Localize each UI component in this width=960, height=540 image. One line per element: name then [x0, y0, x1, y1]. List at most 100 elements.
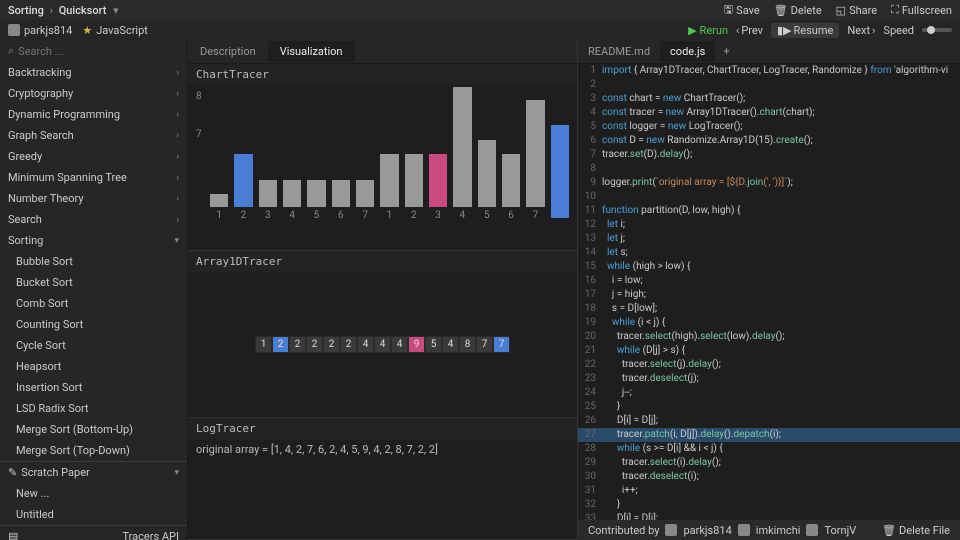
resume-button[interactable]: ▮▶ Resume	[771, 23, 839, 38]
code-line[interactable]: 33 D[j] = D[i];	[578, 512, 960, 520]
array-cell: 4	[374, 336, 391, 353]
sidebar-item-insertion-sort[interactable]: Insertion Sort	[0, 377, 187, 398]
caret-right-icon: ›	[176, 89, 179, 99]
caret-right-icon: ›	[176, 215, 179, 225]
breadcrumb-algo[interactable]: Quicksort	[59, 4, 107, 17]
lang-chip[interactable]: ★JavaScript	[82, 24, 148, 37]
breadcrumb[interactable]: Sorting › Quicksort ▾	[8, 4, 119, 17]
code-line[interactable]: 31 i++;	[578, 484, 960, 498]
code-line[interactable]: 18 s = D[low];	[578, 302, 960, 316]
code-line[interactable]: 4const tracer = new Array1DTracer().char…	[578, 106, 960, 120]
array-cell: 7	[476, 336, 493, 353]
delete-file-button[interactable]: 🗑 Delete File	[882, 524, 950, 537]
chart-bar	[526, 100, 544, 207]
sidebar-item-heapsort[interactable]: Heapsort	[0, 356, 187, 377]
sidebar-item-minimum-spanning-tree[interactable]: Minimum Spanning Tree›	[0, 167, 187, 188]
sidebar-item-graph-search[interactable]: Graph Search›	[0, 125, 187, 146]
rerun-button[interactable]: ▶ Rerun	[688, 24, 728, 37]
sidebar-item-backtracking[interactable]: Backtracking›	[0, 62, 187, 83]
code-line[interactable]: 8	[578, 162, 960, 176]
code-line[interactable]: 12 let i;	[578, 218, 960, 232]
sidebar-item-dynamic-programming[interactable]: Dynamic Programming›	[0, 104, 187, 125]
code-editor[interactable]: 1import { Array1DTracer, ChartTracer, Lo…	[578, 64, 960, 520]
share-button[interactable]: ◱ Share	[836, 4, 877, 17]
caret-right-icon: ›	[176, 194, 179, 204]
caret-right-icon: ›	[176, 110, 179, 120]
array-cell: 2	[272, 336, 289, 353]
code-footer: Contributed by parkjs814 imkimchi TornjV…	[578, 520, 960, 540]
code-line[interactable]: 10	[578, 190, 960, 204]
sidebar-item-search[interactable]: Search›	[0, 209, 187, 230]
array-tracer-title: Array1DTracer	[188, 251, 577, 272]
code-line[interactable]: 26 D[i] = D[j];	[578, 414, 960, 428]
code-line[interactable]: 11function partition(D, low, high) {	[578, 204, 960, 218]
code-line[interactable]: 2	[578, 78, 960, 92]
sidebar-item-bucket-sort[interactable]: Bucket Sort	[0, 272, 187, 293]
chart-bar	[502, 154, 520, 207]
scratch-new[interactable]: New ...	[0, 483, 187, 504]
file-tab-codejs[interactable]: code.js	[660, 41, 715, 62]
tracers-api-link[interactable]: ▤ Tracers API	[0, 525, 187, 540]
contributor[interactable]: imkimchi	[756, 524, 801, 537]
x-label: 1	[216, 210, 222, 221]
sidebar-item-merge-sort-bottom-up-[interactable]: Merge Sort (Bottom-Up)	[0, 419, 187, 440]
breadcrumb-category[interactable]: Sorting	[8, 4, 44, 17]
code-line[interactable]: 29 tracer.select(i).delay();	[578, 456, 960, 470]
code-line[interactable]: 15 while (high > low) {	[578, 260, 960, 274]
caret-down-icon[interactable]: ▾	[113, 4, 119, 17]
delete-button[interactable]: 🗑 Delete	[774, 4, 822, 17]
scratch-paper[interactable]: ✎ Scratch Paper▾	[0, 461, 187, 483]
code-line[interactable]: 3const chart = new ChartTracer();	[578, 92, 960, 106]
array-cell: 5	[425, 336, 442, 353]
code-line[interactable]: 27 tracer.patch(i, D[j]).delay().depatch…	[578, 428, 960, 442]
tab-description[interactable]: Description	[188, 41, 268, 62]
sidebar-item-lsd-radix-sort[interactable]: LSD Radix Sort	[0, 398, 187, 419]
code-line[interactable]: 14 let s;	[578, 246, 960, 260]
next-button[interactable]: Next ›	[847, 24, 875, 37]
code-line[interactable]: 9logger.print(`original array = [${D.joi…	[578, 176, 960, 190]
x-label: 5	[314, 210, 320, 221]
code-line[interactable]: 5const logger = new LogTracer();	[578, 120, 960, 134]
contributor[interactable]: TornjV	[824, 524, 856, 537]
code-line[interactable]: 7tracer.set(D).delay();	[578, 148, 960, 162]
code-line[interactable]: 23 tracer.deselect(j);	[578, 372, 960, 386]
code-line[interactable]: 20 tracer.select(high).select(low).delay…	[578, 330, 960, 344]
sidebar-item-greedy[interactable]: Greedy›	[0, 146, 187, 167]
sidebar-item-number-theory[interactable]: Number Theory›	[0, 188, 187, 209]
code-line[interactable]: 13 let j;	[578, 232, 960, 246]
x-label: 1	[387, 210, 393, 221]
code-line[interactable]: 1import { Array1DTracer, ChartTracer, Lo…	[578, 64, 960, 78]
code-line[interactable]: 19 while (i < j) {	[578, 316, 960, 330]
tab-visualization[interactable]: Visualization	[268, 41, 355, 62]
sidebar-item-counting-sort[interactable]: Counting Sort	[0, 314, 187, 335]
array-tracer: 122222444954877	[188, 272, 577, 417]
sidebar-item-sorting[interactable]: Sorting▾	[0, 230, 187, 251]
add-file-button[interactable]: +	[715, 41, 737, 62]
code-line[interactable]: 30 tracer.deselect(i);	[578, 470, 960, 484]
scratch-untitled[interactable]: Untitled	[0, 504, 187, 525]
code-line[interactable]: 24 j--;	[578, 386, 960, 400]
code-line[interactable]: 6const D = new Randomize.Array1D(15).cre…	[578, 134, 960, 148]
code-line[interactable]: 22 tracer.select(j).delay();	[578, 358, 960, 372]
fullscreen-button[interactable]: ⛶ Fullscreen	[891, 3, 952, 17]
code-line[interactable]: 32 }	[578, 498, 960, 512]
sidebar-item-cycle-sort[interactable]: Cycle Sort	[0, 335, 187, 356]
sidebar-item-comb-sort[interactable]: Comb Sort	[0, 293, 187, 314]
code-line[interactable]: 17 j = high;	[578, 288, 960, 302]
prev-button[interactable]: ‹ Prev	[736, 24, 763, 37]
save-button[interactable]: 🖫 Save	[724, 1, 760, 20]
code-line[interactable]: 25 }	[578, 400, 960, 414]
code-line[interactable]: 16 i = low;	[578, 274, 960, 288]
contributor[interactable]: parkjs814	[683, 524, 731, 537]
speed-slider[interactable]	[922, 28, 952, 32]
user-chip[interactable]: parkjs814	[8, 24, 72, 37]
code-line[interactable]: 21 while (D[j] > s) {	[578, 344, 960, 358]
file-tab-readme[interactable]: README.md	[578, 41, 660, 62]
search-input[interactable]	[18, 45, 179, 58]
sidebar-item-bubble-sort[interactable]: Bubble Sort	[0, 251, 187, 272]
avatar	[738, 524, 750, 536]
sidebar-item-cryptography[interactable]: Cryptography›	[0, 83, 187, 104]
code-line[interactable]: 28 while (s >= D[i] && i < j) {	[578, 442, 960, 456]
x-label: 7	[362, 210, 368, 221]
sidebar-item-merge-sort-top-down-[interactable]: Merge Sort (Top-Down)	[0, 440, 187, 461]
